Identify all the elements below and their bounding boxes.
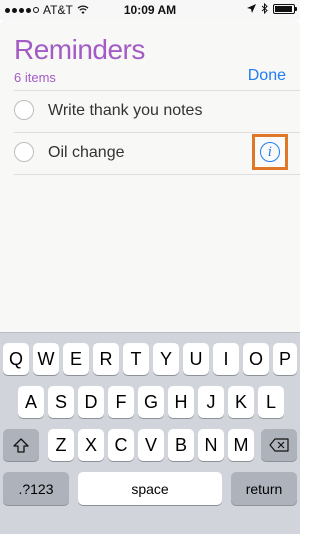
key-w[interactable]: W [33, 343, 59, 375]
bluetooth-icon [261, 3, 268, 14]
complete-checkbox[interactable] [14, 142, 34, 162]
key-p[interactable]: P [273, 343, 297, 375]
key-i[interactable]: I [213, 343, 239, 375]
reminder-item[interactable]: Write thank you notes [14, 90, 300, 132]
numbers-key[interactable]: .?123 [3, 472, 69, 505]
reminder-text[interactable]: Write thank you notes [48, 102, 202, 120]
key-l[interactable]: L [258, 386, 284, 418]
reminder-text[interactable]: Oil change [48, 144, 125, 162]
key-r[interactable]: R [93, 343, 119, 375]
key-c[interactable]: C [108, 429, 134, 461]
space-key[interactable]: space [78, 472, 222, 505]
key-h[interactable]: H [168, 386, 194, 418]
info-button-highlight[interactable]: i [252, 134, 288, 170]
key-x[interactable]: X [78, 429, 104, 461]
battery-icon [273, 3, 297, 14]
key-g[interactable]: G [138, 386, 164, 418]
key-q[interactable]: Q [3, 343, 29, 375]
key-m[interactable]: M [228, 429, 254, 461]
key-o[interactable]: O [243, 343, 269, 375]
info-icon[interactable]: i [260, 142, 280, 162]
reminder-item[interactable]: Oil change i [14, 132, 300, 175]
key-t[interactable]: T [123, 343, 149, 375]
reminders-list-card: Reminders 6 items Done Write thank you n… [0, 20, 300, 332]
keyboard: Q W E R T Y U I O P A S D F G H J K L Z … [0, 332, 300, 534]
complete-checkbox[interactable] [14, 100, 34, 120]
key-d[interactable]: D [78, 386, 104, 418]
key-j[interactable]: J [198, 386, 224, 418]
reminders-list: Write thank you notes Oil change i [0, 90, 300, 175]
key-z[interactable]: Z [48, 429, 74, 461]
key-f[interactable]: F [108, 386, 134, 418]
shift-key[interactable] [3, 429, 39, 461]
status-right [247, 3, 297, 14]
key-b[interactable]: B [168, 429, 194, 461]
item-count: 6 items [14, 70, 56, 85]
key-a[interactable]: A [18, 386, 44, 418]
key-e[interactable]: E [63, 343, 89, 375]
list-title: Reminders [14, 34, 145, 65]
key-v[interactable]: V [138, 429, 164, 461]
backspace-icon [269, 438, 289, 452]
done-button[interactable]: Done [248, 67, 286, 85]
key-k[interactable]: K [228, 386, 254, 418]
delete-key[interactable] [261, 429, 297, 461]
key-y[interactable]: Y [153, 343, 179, 375]
location-arrow-icon [247, 3, 256, 13]
key-s[interactable]: S [48, 386, 74, 418]
key-u[interactable]: U [183, 343, 209, 375]
status-bar: AT&T 10:09 AM [0, 0, 300, 20]
return-key[interactable]: return [231, 472, 297, 505]
key-n[interactable]: N [198, 429, 224, 461]
shift-arrow-icon [13, 437, 29, 453]
